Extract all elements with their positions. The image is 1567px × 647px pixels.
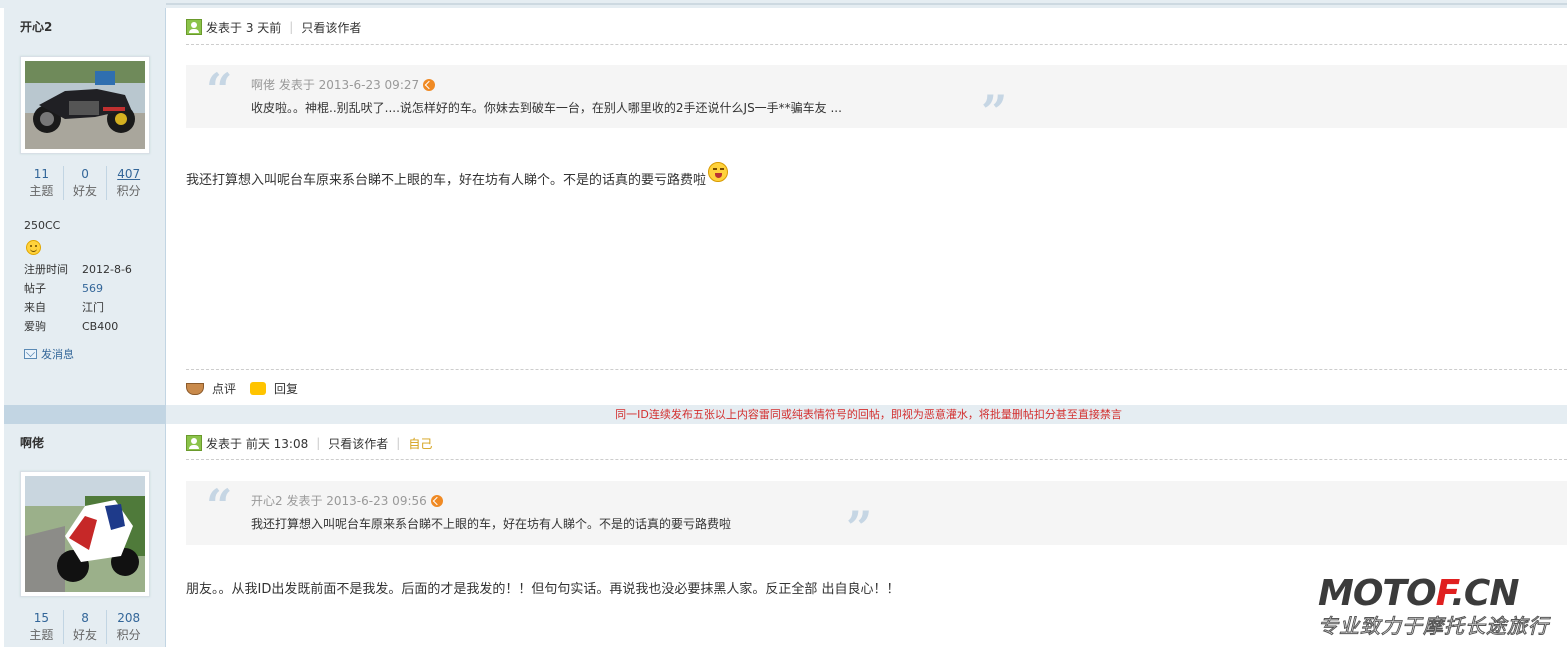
post-content: 朋友。。从我ID出发既前面不是我发。后面的才是我发的！！但句句实话。再说我也没必… (186, 582, 900, 597)
post-time: 发表于 3 天前 (206, 20, 282, 35)
only-author-link[interactable]: 只看该作者 (301, 19, 361, 36)
author-stats: 11 主题 0 好友 407 积分 (20, 166, 150, 200)
post-time: 发表于 前天 13:08 (206, 436, 309, 451)
quote-open-icon: “ (206, 63, 233, 117)
quote-close-icon: ” (981, 85, 1008, 139)
quote-body: 收皮啦。。神棍..别乱吠了....说怎样好的车。你妹去到破车一台，在别人哪里收的… (251, 101, 842, 115)
post-meta: 发表于 3 天前 | 只看该作者 (186, 18, 361, 36)
quote-block: “ 开心2 发表于 2013-6-23 09:56 我还打算想入叫呢台车原来系台… (186, 479, 1567, 551)
stat-friends[interactable]: 0 好友 (64, 166, 108, 200)
stat-points[interactable]: 407 积分 (107, 166, 150, 200)
forum-notice: 同一ID连续发布五张以上内容雷同或纯表情符号的回帖，即视为恶意灌水，将批量删帖扣… (615, 408, 1122, 421)
author-name[interactable]: 啊佬 (20, 434, 44, 451)
avatar[interactable] (20, 56, 150, 154)
post-meta: 发表于 前天 13:08 | 只看该作者 | 自己 (186, 434, 432, 452)
author-name[interactable]: 开心2 (20, 18, 52, 35)
quote-body: 我还打算想入叫呢台车原来系台睇不上眼的车，好在坊有人睇个。不是的话真的要亏路费啦 (251, 517, 732, 531)
avatar-motorcycle-image (25, 61, 145, 149)
quote-open-icon: “ (206, 479, 233, 533)
author-sidebar: 啊佬 15 主题 8 好友 208 积分 (4, 424, 166, 647)
user-online-icon (186, 19, 202, 35)
post-actions: 点评 回复 (186, 380, 298, 397)
send-message-link[interactable]: 发消息 (24, 346, 74, 362)
post-content: 我还打算想入叫呢台车原来系台睇不上眼的车，好在坊有人睇个。不是的话真的要亏路费啦 (186, 162, 729, 188)
user-group: 250CC (24, 219, 61, 232)
crying-emoji-icon (708, 162, 729, 182)
stat-topics[interactable]: 15 主题 (20, 610, 64, 644)
post: 开心2 11 主题 0 好友 407 积分 250CC 注册时间 2012-8-… (0, 8, 1567, 405)
author-info: 注册时间 2012-8-6 帖子 569 来自 江门 爱驹 CB400 (24, 263, 132, 333)
self-badge: 自己 (408, 436, 433, 451)
avatar-motorcycle-image (25, 476, 145, 592)
post-main: 发表于 3 天前 | 只看该作者 “ 啊佬 发表于 2013-6-23 09:2… (166, 8, 1567, 405)
post-divider: 同一ID连续发布五张以上内容雷同或纯表情符号的回帖，即视为恶意灌水，将批量删帖扣… (4, 405, 1567, 424)
author-sidebar: 开心2 11 主题 0 好友 407 积分 250CC 注册时间 2012-8-… (4, 8, 166, 405)
top-strip (0, 0, 1567, 8)
quote-header: 开心2 发表于 2013-6-23 09:56 (251, 492, 443, 509)
avatar[interactable] (20, 471, 150, 597)
quote-header: 啊佬 发表于 2013-6-23 09:27 (251, 76, 436, 93)
stat-friends[interactable]: 8 好友 (64, 610, 108, 644)
smiley-icon (26, 240, 41, 255)
site-watermark-logo: MOTOF.CN 专业致力于摩托长途旅行 (1318, 573, 1549, 639)
comment-button[interactable]: 点评 (212, 380, 236, 397)
user-online-icon (186, 435, 202, 451)
jump-to-post-icon[interactable] (430, 494, 443, 507)
envelope-icon (24, 349, 37, 359)
quote-close-icon: ” (846, 501, 873, 555)
comment-icon[interactable] (186, 382, 204, 395)
reply-button[interactable]: 回复 (274, 380, 298, 397)
reply-icon[interactable] (250, 382, 267, 395)
jump-to-post-icon[interactable] (423, 78, 436, 91)
only-author-link[interactable]: 只看该作者 (328, 435, 388, 452)
quote-block: “ 啊佬 发表于 2013-6-23 09:27 收皮啦。。神棍..别乱吠了..… (186, 63, 1567, 135)
stat-topics[interactable]: 11 主题 (20, 166, 64, 200)
post-count-link[interactable]: 569 (82, 279, 103, 298)
author-stats: 15 主题 8 好友 208 积分 (20, 610, 150, 644)
stat-points[interactable]: 208 积分 (107, 610, 150, 644)
